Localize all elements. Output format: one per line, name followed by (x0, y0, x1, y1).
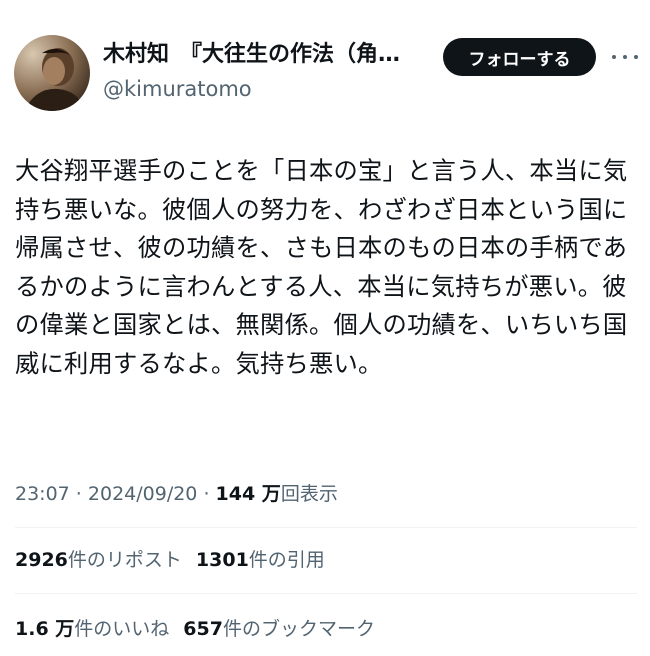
tweet-date[interactable]: 2024/09/20 (88, 483, 198, 505)
meta-separator: · (197, 483, 216, 505)
tweet-header: 木村知 『大往生の作法（角… @kimuratomo フォローする (0, 0, 650, 120)
views-count: 144 万 (215, 483, 281, 505)
more-dot (623, 55, 627, 59)
stats-row-likes: 1.6 万件のいいね 657件のブックマーク (15, 615, 375, 643)
avatar-image (14, 35, 90, 111)
meta-separator: · (69, 483, 88, 505)
avatar[interactable] (14, 35, 90, 111)
reposts-count: 2926 (15, 549, 68, 571)
divider (15, 527, 637, 528)
tweet-time[interactable]: 23:07 (15, 483, 70, 505)
author-handle[interactable]: @kimuratomo (103, 74, 252, 104)
likes-stat[interactable]: 1.6 万件のいいね (15, 618, 169, 640)
divider (15, 593, 637, 594)
bookmarks-label: 件のブックマーク (222, 618, 375, 640)
follow-button[interactable]: フォローする (443, 38, 596, 76)
author-display-name[interactable]: 木村知 『大往生の作法（角… (103, 40, 428, 70)
views-label: 回表示 (280, 483, 338, 505)
bookmarks-stat[interactable]: 657件のブックマーク (183, 618, 375, 640)
tweet-text: 大谷翔平選手のことを「日本の宝」と言う人、本当に気持ち悪いな。彼個人の努力を、わ… (15, 156, 628, 378)
quotes-stat[interactable]: 1301件の引用 (196, 549, 325, 571)
tweet-meta: 23:07 · 2024/09/20 · 144 万回表示 (15, 480, 338, 508)
more-horizontal-icon[interactable] (612, 45, 638, 69)
likes-label: 件のいいね (74, 618, 170, 640)
bookmarks-count: 657 (183, 618, 223, 640)
quotes-label: 件の引用 (248, 549, 325, 571)
more-dot (634, 55, 638, 59)
reposts-label: 件のリポスト (67, 549, 182, 571)
likes-count: 1.6 万 (15, 618, 75, 640)
reposts-stat[interactable]: 2926件のリポスト (15, 549, 182, 571)
stats-row-reposts: 2926件のリポスト 1301件の引用 (15, 546, 325, 574)
more-dot (612, 55, 616, 59)
quotes-count: 1301 (195, 549, 249, 571)
